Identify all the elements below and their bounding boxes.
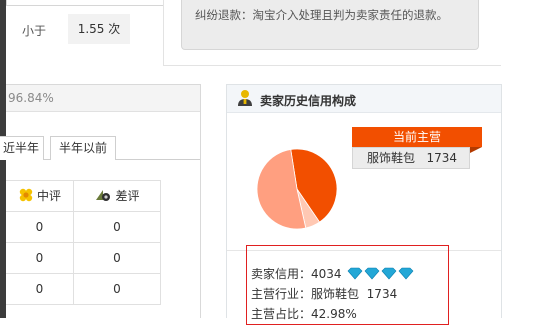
tab-recent-half-year[interactable]: 近半年	[0, 136, 44, 160]
neutral-count-cell[interactable]: 0	[6, 211, 74, 243]
neutral-count-cell[interactable]: 0	[6, 273, 74, 305]
highlight-annotation-box	[246, 245, 449, 325]
seller-credit-title: 卖家历史信用构成	[260, 94, 357, 108]
main-business-tag-fold	[470, 147, 482, 153]
threshold-value: 1.55 次	[68, 14, 130, 44]
negative-count-cell[interactable]: 0	[73, 273, 161, 305]
dispute-note-text: 纠纷退款：淘宝介入处理且判为卖家责任的退款。	[195, 8, 448, 22]
credit-composition-pie-chart	[256, 148, 338, 230]
top-card-fragment	[6, 0, 164, 6]
tab-before-half-year[interactable]: 半年以前	[50, 136, 116, 160]
main-business-tag: 当前主营	[352, 127, 482, 147]
main-category-name: 服饰鞋包	[367, 151, 416, 165]
neutral-rating-icon	[18, 187, 34, 206]
table-row: 0 0	[6, 211, 161, 243]
negative-column-header: 差评	[73, 180, 161, 212]
table-row: 0 0	[6, 242, 161, 274]
rating-count-table: 中评 差评 0 0 0 0 0 0	[6, 180, 161, 305]
threshold-label: 小于	[22, 24, 47, 38]
negative-column-label: 差评	[115, 188, 140, 203]
negative-rating-icon	[94, 187, 112, 206]
neutral-column-header: 中评	[6, 180, 74, 212]
neutral-count-cell[interactable]: 0	[6, 242, 74, 274]
main-category-count: 1734	[426, 151, 458, 165]
positive-rate-text: 96.84%	[8, 91, 54, 105]
table-row: 0 0	[6, 273, 161, 305]
negative-count-cell[interactable]: 0	[73, 242, 161, 274]
neutral-column-label: 中评	[36, 188, 61, 203]
negative-count-cell[interactable]: 0	[73, 211, 161, 243]
seller-person-icon	[237, 89, 253, 110]
main-category-box: 服饰鞋包 1734	[352, 147, 470, 169]
table-header-row: 中评 差评	[6, 180, 161, 212]
